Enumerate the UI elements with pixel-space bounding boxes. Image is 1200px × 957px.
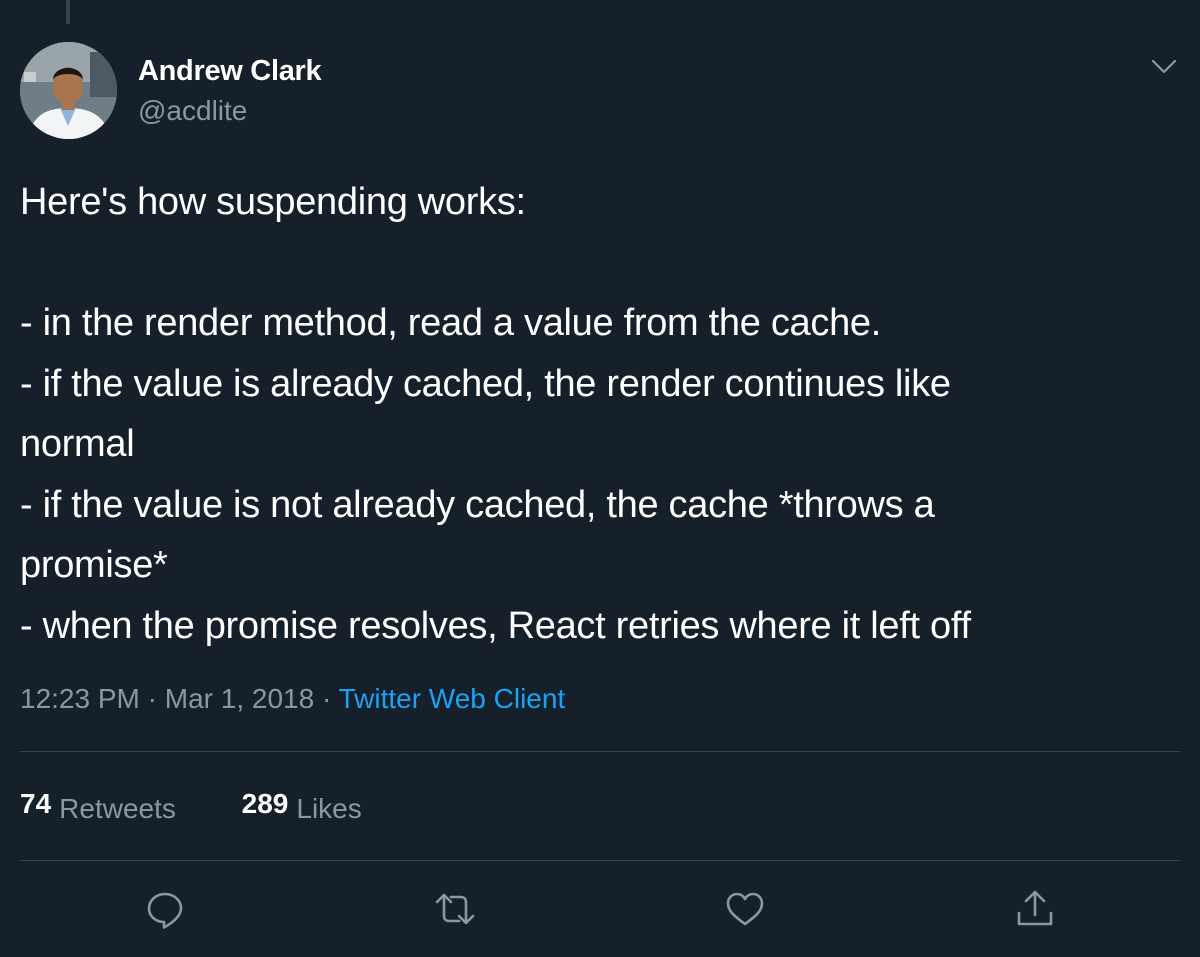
reply-button[interactable] (143, 887, 187, 931)
divider (20, 860, 1180, 861)
likes-count: 289 (241, 788, 289, 819)
share-button[interactable] (1013, 887, 1057, 931)
tweet-text-line: - if the value is already cached, the re… (20, 362, 951, 405)
tweet-meta: 12:23 PM · Mar 1, 2018 · Twitter Web Cli… (20, 683, 565, 715)
author-name[interactable]: Andrew Clark (138, 55, 322, 88)
tweet-text: Here's how suspending works: - in the re… (20, 172, 1180, 656)
retweets-count: 74 (20, 788, 52, 819)
tweet-text-line: promise* (20, 544, 168, 586)
retweet-icon (435, 893, 475, 925)
heart-icon (726, 892, 764, 926)
tweet-date[interactable]: Mar 1, 2018 (165, 683, 314, 714)
tweet-text-line: - when the promise resolves, React retri… (20, 604, 971, 647)
tweet-source-link[interactable]: Twitter Web Client (339, 683, 566, 714)
author-handle[interactable]: @acdlite (138, 95, 247, 127)
divider (20, 751, 1180, 752)
meta-separator: · (314, 683, 339, 714)
tweet-text-line: Here's how suspending works: (20, 181, 526, 223)
likes-stat[interactable]: 289 Likes (241, 788, 362, 824)
like-button[interactable] (723, 887, 767, 931)
chevron-down-icon[interactable] (1148, 52, 1180, 80)
tweet-text-line: - if the value is not already cached, th… (20, 483, 935, 526)
tweet-text-line: - in the render method, read a value fro… (20, 302, 881, 344)
tweet-time[interactable]: 12:23 PM (20, 683, 140, 714)
retweet-button[interactable] (433, 887, 477, 931)
thread-connector-line (66, 0, 70, 24)
avatar[interactable] (20, 42, 117, 139)
meta-separator: · (139, 683, 165, 714)
tweet-text-line (20, 233, 1180, 294)
tweet-text-line: normal (20, 423, 135, 465)
retweets-stat[interactable]: 74 Retweets (20, 788, 176, 824)
share-icon (1017, 890, 1053, 926)
reply-icon (147, 892, 183, 929)
likes-label: Likes (296, 793, 362, 824)
retweets-label: Retweets (59, 793, 176, 824)
tweet-stats: 74 Retweets 289 Likes (20, 788, 362, 824)
